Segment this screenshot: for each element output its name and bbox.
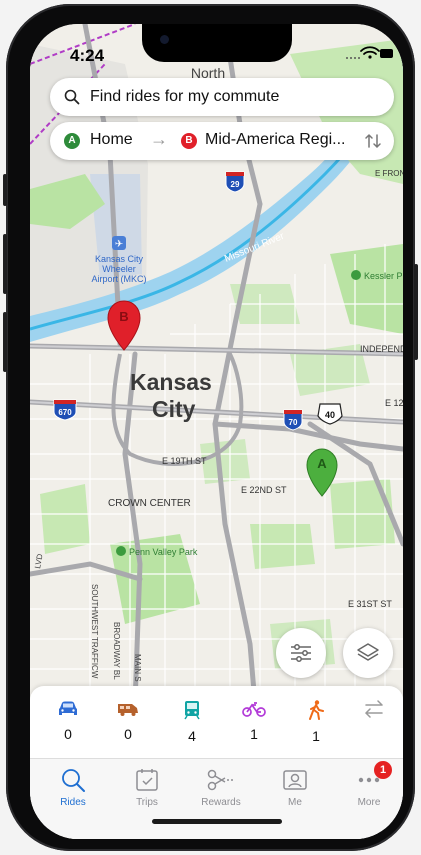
transfer-arrows-icon <box>364 700 383 718</box>
search-icon <box>64 89 80 105</box>
svg-text:670: 670 <box>58 408 72 417</box>
status-time: 4:24 <box>70 46 105 65</box>
swap-direction-icon[interactable] <box>364 132 382 150</box>
wifi-icon <box>360 46 380 55</box>
mode-transit[interactable]: 4 <box>170 700 214 744</box>
status-icons <box>346 46 394 60</box>
arrow-right-icon: → <box>150 129 168 149</box>
tab-me-label: Me <box>288 797 302 808</box>
tab-trips[interactable]: Trips <box>112 767 182 808</box>
cellular-signal-icon <box>346 57 360 59</box>
street-broadway: BROADWAY BL <box>112 622 121 680</box>
search-input[interactable]: Find rides for my commute <box>90 88 279 106</box>
dynamic-island <box>142 24 292 62</box>
walk-count: 1 <box>312 728 320 744</box>
home-indicator[interactable] <box>152 819 282 824</box>
street-e31: E 31ST ST <box>348 599 392 609</box>
street-independence: INDEPEND <box>360 344 403 354</box>
svg-text:Airport (MKC): Airport (MKC) <box>91 274 146 284</box>
van-count: 0 <box>124 726 132 742</box>
interstate-70-shield: 70 <box>283 409 303 431</box>
tab-rewards[interactable]: Rewards <box>186 767 256 808</box>
phone-frame: 29 670 70 40 ✈ Kansas City Wheeler Airpo… <box>3 4 418 851</box>
car-icon <box>59 701 77 715</box>
svg-text:29: 29 <box>231 180 240 189</box>
van-icon <box>118 704 138 716</box>
street-southwest: SOUTHWEST TRAFFICW <box>90 584 99 679</box>
scissors-coupon-icon <box>207 769 233 791</box>
tab-trips-label: Trips <box>136 797 158 808</box>
bike-count: 1 <box>250 726 258 742</box>
street-e12: E 12 <box>385 398 403 408</box>
street-efront: E FRON <box>375 169 403 178</box>
kessler-label: Kessler P <box>364 271 403 281</box>
battery-icon <box>380 49 393 58</box>
bottom-panel: 0 0 4 1 1 Rides Trips Rewards Me 1 More <box>30 686 403 839</box>
id-card-icon <box>283 770 307 790</box>
airport-label: Kansas City <box>95 254 144 264</box>
svg-text:B: B <box>119 309 128 324</box>
svg-text:70: 70 <box>289 418 298 427</box>
transit-icon <box>184 701 200 720</box>
search-bar[interactable]: Find rides for my commute <box>50 78 394 116</box>
bike-icon <box>242 702 266 717</box>
magnifier-icon <box>62 769 85 792</box>
svg-text:40: 40 <box>325 410 335 420</box>
walk-icon <box>309 700 324 720</box>
interstate-670-shield: 670 <box>53 399 77 421</box>
transit-count: 4 <box>188 728 196 744</box>
city-label-line2: City <box>152 396 196 422</box>
origin-marker-icon: A <box>64 133 80 149</box>
street-e19: E 19TH ST <box>162 456 207 466</box>
tab-bar: Rides Trips Rewards Me 1 More <box>30 758 403 839</box>
destination-marker-icon: B <box>181 133 197 149</box>
sliders-icon <box>291 644 311 662</box>
filter-button[interactable] <box>276 628 326 678</box>
tab-me[interactable]: Me <box>260 767 330 808</box>
mode-bike[interactable]: 1 <box>232 700 276 742</box>
interstate-29-shield: 29 <box>225 171 245 193</box>
crown-center-label: CROWN CENTER <box>108 498 191 509</box>
route-origin[interactable]: Home <box>90 131 133 149</box>
car-count: 0 <box>64 726 72 742</box>
tab-rewards-label: Rewards <box>201 797 241 808</box>
calendar-check-icon <box>136 769 158 791</box>
notification-badge: 1 <box>374 761 392 779</box>
map-layers-button[interactable] <box>343 628 393 678</box>
svg-text:✈: ✈ <box>115 239 123 250</box>
mode-transfer[interactable] <box>352 700 396 726</box>
route-destination[interactable]: Mid-America Regi... <box>205 131 365 149</box>
tab-more-label: More <box>357 797 381 808</box>
power-button <box>414 264 418 360</box>
mode-car[interactable]: 0 <box>46 700 90 742</box>
mode-walk[interactable]: 1 <box>294 700 338 744</box>
mode-van[interactable]: 0 <box>106 700 150 742</box>
park-label: Penn Valley Park <box>129 547 198 557</box>
route-bar[interactable]: A Home → B Mid-America Regi... <box>50 122 394 160</box>
tab-more[interactable]: 1 More <box>334 761 403 808</box>
svg-text:Wheeler: Wheeler <box>102 264 136 274</box>
street-main: MAIN S <box>133 654 142 682</box>
mute-switch <box>3 174 7 206</box>
city-label-line1: Kansas <box>130 369 212 395</box>
park-icon <box>116 546 126 556</box>
svg-text:A: A <box>317 456 327 471</box>
street-e22: E 22ND ST <box>241 485 287 495</box>
tab-rides[interactable]: Rides <box>38 767 108 808</box>
volume-down-button <box>3 312 7 372</box>
screen: 29 670 70 40 ✈ Kansas City Wheeler Airpo… <box>30 24 403 839</box>
volume-up-button <box>3 234 7 294</box>
tab-rides-label: Rides <box>60 797 86 808</box>
layers-icon <box>357 643 379 661</box>
